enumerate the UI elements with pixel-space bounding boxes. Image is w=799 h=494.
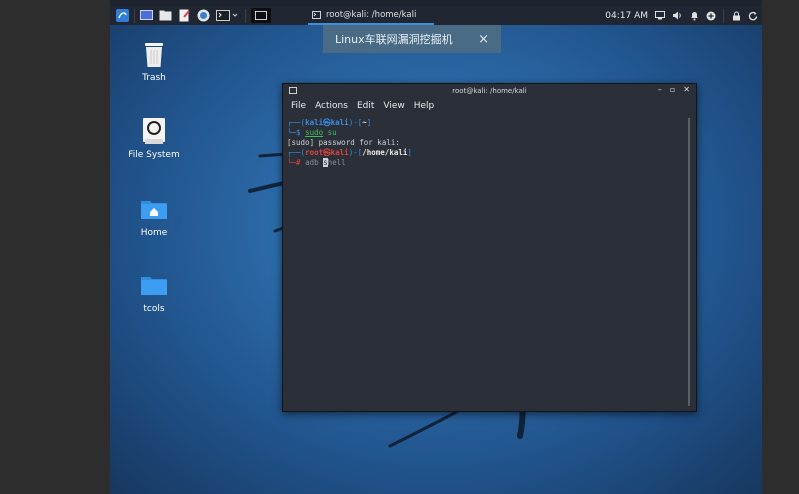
minimize-icon[interactable]: – <box>658 85 662 94</box>
close-window-icon[interactable]: ✕ <box>683 85 690 94</box>
window-controls: – ▫ ✕ <box>658 85 690 94</box>
terminal-menubar: File Actions Edit View Help <box>283 98 696 114</box>
terminal-window-icon <box>289 87 297 94</box>
command-suggestion: hell <box>327 158 346 167</box>
command-args: su <box>323 128 337 137</box>
taskbar-terminal-task[interactable]: root@kali: /home/kali <box>308 6 434 25</box>
top-panel: root@kali: /home/kali 04:17 AM <box>110 6 762 25</box>
text-editor-icon[interactable] <box>178 9 191 22</box>
desktop-icon-file-system[interactable]: File System <box>119 116 189 160</box>
prompt-line: ┌──(root㉿kali)-[/home/kali] <box>287 148 684 158</box>
prompt-frame: ┌──( <box>287 148 306 157</box>
logout-icon[interactable] <box>748 11 758 21</box>
clock[interactable]: 04:17 AM <box>605 11 648 21</box>
menu-actions[interactable]: Actions <box>315 101 348 111</box>
menu-view[interactable]: View <box>383 101 404 111</box>
maximize-icon[interactable]: ▫ <box>670 85 675 94</box>
prompt-user: kali㉿kali <box>305 118 349 127</box>
desktop-icon-label: tcols <box>143 304 165 314</box>
notification-text: Linux车联网漏洞挖掘机 <box>335 33 453 46</box>
prompt-frame: )-[ <box>348 148 363 157</box>
output-line: [sudo] password for kali: <box>287 138 400 147</box>
prompt-symbol: └─# <box>287 158 306 167</box>
desktop-icon-trash[interactable]: Trash <box>119 39 189 83</box>
command-text: sudo <box>305 128 324 137</box>
terminal-output[interactable]: ┌──(kali㉿kali)-[~] └─$ sudo su [sudo] pass… <box>287 118 684 407</box>
notifications-icon[interactable] <box>689 11 699 21</box>
taskbar-separator <box>134 8 135 23</box>
terminal-titlebar[interactable]: root@kali: /home/kali – ▫ ✕ <box>283 84 696 98</box>
desktop-screen: root@kali: /home/kali 04:17 AM Linux车联网漏… <box>110 6 762 494</box>
left-frame <box>0 0 110 494</box>
taskbar-separator <box>245 8 246 23</box>
drive-icon <box>139 116 169 146</box>
prompt-symbol: └─$ <box>287 128 306 137</box>
workspace-switcher[interactable] <box>251 8 271 23</box>
menu-file[interactable]: File <box>291 101 306 111</box>
menu-edit[interactable]: Edit <box>357 101 374 111</box>
display-icon[interactable] <box>655 11 665 21</box>
command-line: └─# adb shell <box>287 158 684 168</box>
power-manager-icon[interactable] <box>706 11 716 21</box>
terminal-icon <box>312 10 321 19</box>
prompt-user: root㉿kali <box>305 148 349 157</box>
desktop-icon-label: File System <box>128 150 180 160</box>
system-tray: 04:17 AM <box>605 6 758 25</box>
terminal-title: root@kali: /home/kali <box>452 87 527 95</box>
close-icon[interactable]: × <box>478 32 489 47</box>
lock-icon[interactable] <box>731 11 741 21</box>
prompt-frame: ┌──( <box>287 118 306 127</box>
terminal-dropdown-icon[interactable] <box>216 9 240 22</box>
desktop-icon-label: Trash <box>142 73 166 83</box>
desktop-icon-tcols[interactable]: tcols <box>119 270 189 314</box>
notification-toast[interactable]: Linux车联网漏洞挖掘机 × <box>323 25 501 53</box>
tray-separator <box>723 8 724 23</box>
command-line: └─$ sudo su <box>287 128 684 138</box>
prompt-dir: /home/kali <box>362 148 408 157</box>
home-folder-icon <box>139 194 169 224</box>
desktop-icon-home[interactable]: Home <box>119 194 189 238</box>
trash-icon <box>139 39 169 69</box>
prompt-line: ┌──(kali㉿kali)-[~] <box>287 118 684 128</box>
volume-icon[interactable] <box>672 11 682 21</box>
show-desktop-icon[interactable] <box>140 9 153 22</box>
right-frame <box>762 0 799 494</box>
terminal-window[interactable]: root@kali: /home/kali – ▫ ✕ File Actions… <box>282 83 697 412</box>
prompt-frame: ] <box>407 148 412 157</box>
prompt-frame: ] <box>366 118 372 127</box>
folder-icon <box>139 270 169 300</box>
taskbar-task-label: root@kali: /home/kali <box>326 9 417 20</box>
kali-menu-icon[interactable] <box>116 9 129 22</box>
prompt-frame: )-[ <box>348 118 363 127</box>
browser-icon[interactable] <box>197 9 210 22</box>
command-text: adb <box>305 158 324 167</box>
terminal-scrollbar[interactable] <box>688 118 690 406</box>
file-manager-icon[interactable] <box>159 9 172 22</box>
menu-help[interactable]: Help <box>414 101 435 111</box>
desktop-icon-label: Home <box>140 228 168 238</box>
